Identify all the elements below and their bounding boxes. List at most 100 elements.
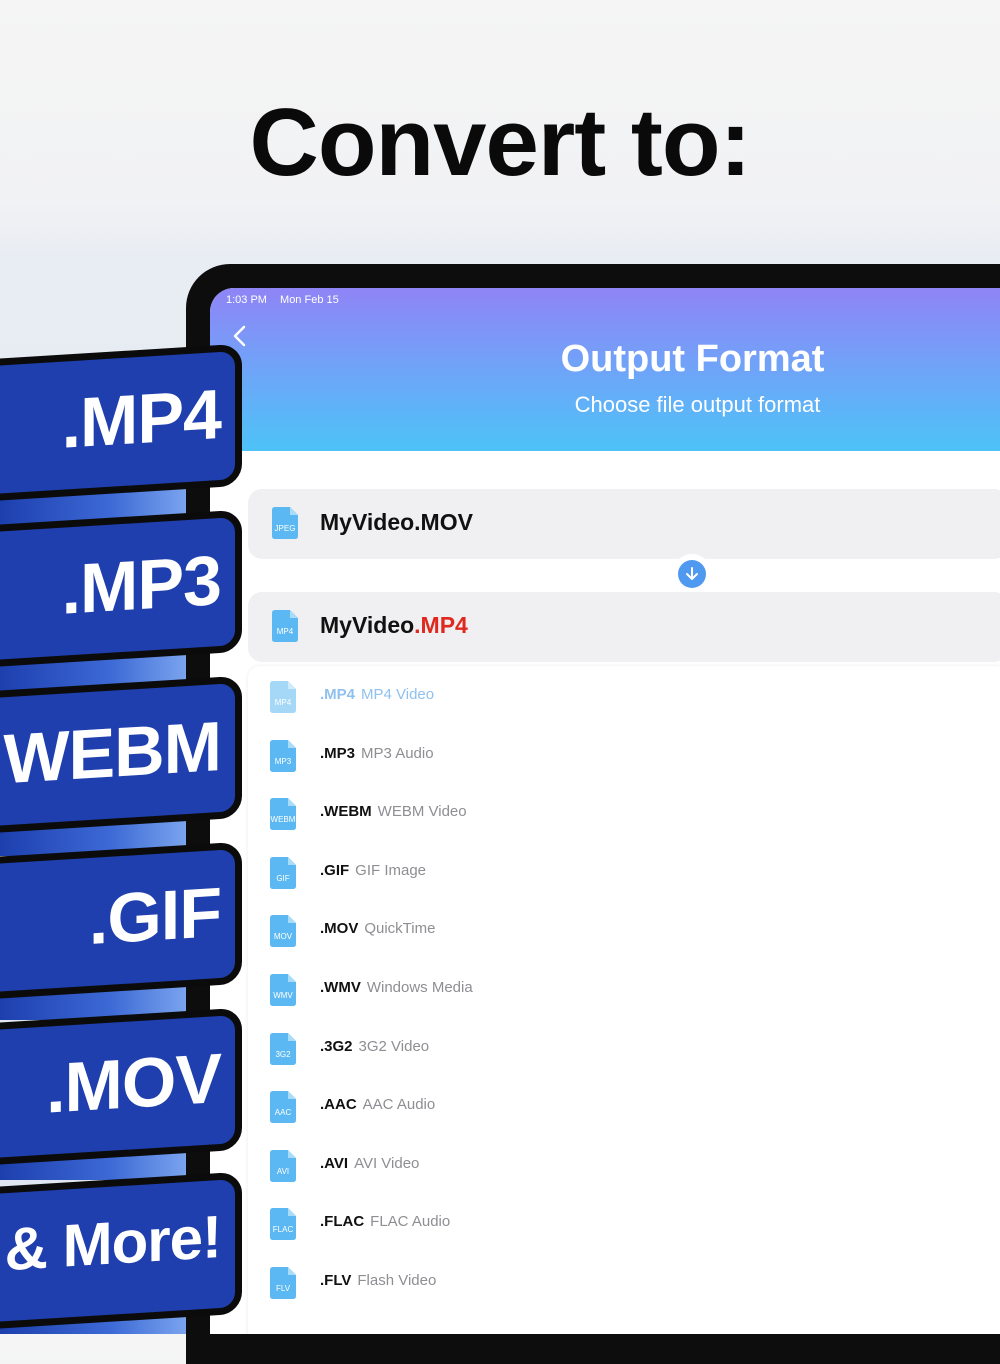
format-list: MP4 .MP4 MP4 Video MP3 .MP3 MP3 Audio WEBM .WEB… — [248, 666, 1000, 1334]
svg-text:MOV: MOV — [274, 932, 293, 941]
page-title: Output Format — [560, 338, 825, 380]
status-bar: 1:03 PM Mon Feb 15 — [226, 294, 349, 306]
svg-text:3G2: 3G2 — [275, 1050, 291, 1059]
badge-label: & More! — [4, 1202, 221, 1284]
format-list-item[interactable]: AVI .AVI AVI Video — [268, 1143, 968, 1183]
format-list-item[interactable]: WMV .WMV Windows Media — [268, 967, 968, 1007]
format-ext: .MP4 — [320, 686, 356, 703]
format-label: .AAC AAC Audio — [320, 1096, 435, 1113]
file-format-icon: WMV — [268, 973, 298, 1007]
file-format-icon: 3G2 — [268, 1032, 298, 1066]
format-label: .WMV Windows Media — [320, 979, 473, 996]
arrow-down-icon — [678, 560, 706, 588]
format-desc: AVI Video — [354, 1154, 420, 1172]
file-format-icon: WEBM — [268, 797, 298, 831]
format-desc: Windows Media — [366, 979, 473, 996]
target-file-base: MyVideo — [320, 612, 415, 638]
format-ext: .MP3 — [320, 744, 356, 762]
source-file-card: JPEG MyVideo.MOV — [248, 489, 1000, 559]
file-format-icon: MP3 — [268, 739, 298, 773]
format-badge: & More! — [0, 1171, 242, 1331]
format-ext: .WMV — [320, 979, 361, 996]
format-list-item[interactable]: WEBM .WEBM WEBM Video — [268, 791, 968, 831]
file-format-icon: AAC — [268, 1090, 298, 1124]
svg-text:AVI: AVI — [277, 1167, 289, 1176]
format-badge: .MP4 — [0, 343, 242, 503]
target-file-card: MP4 MyVideo.MP4 — [248, 592, 1000, 662]
svg-text:MP3: MP3 — [275, 757, 292, 766]
format-list-item[interactable]: MP4 .MP4 MP4 Video — [268, 674, 968, 714]
format-desc: WEBM Video — [377, 803, 467, 821]
badge-label: .MP3 — [61, 540, 221, 629]
format-desc: GIF Image — [355, 861, 427, 879]
format-list-item[interactable]: AAC .AAC AAC Audio — [268, 1084, 968, 1124]
format-badge: .MP3 — [0, 509, 242, 669]
format-desc: MP4 Video — [361, 686, 435, 703]
format-desc: Flash Video — [357, 1272, 437, 1289]
svg-text:JPEG: JPEG — [275, 524, 296, 533]
format-desc: 3G2 Video — [358, 1037, 430, 1055]
svg-text:GIF: GIF — [276, 874, 289, 883]
svg-text:MP4: MP4 — [275, 698, 292, 707]
badge-label: .GIF — [88, 872, 221, 960]
file-mp4-icon: MP4 — [270, 609, 300, 643]
format-badge: .GIF — [0, 841, 242, 1001]
status-date: Mon Feb 15 — [280, 294, 339, 306]
format-desc: MP3 Audio — [361, 744, 434, 762]
svg-text:AAC: AAC — [275, 1108, 292, 1117]
badge-label: .WEBM — [0, 706, 221, 800]
format-label: .FLAC FLAC Audio — [320, 1213, 450, 1230]
file-format-icon: FLAC — [268, 1207, 298, 1241]
format-label: .GIF GIF Image — [320, 862, 426, 879]
page-subtitle: Choose file output format — [574, 392, 821, 417]
svg-text:MP4: MP4 — [277, 627, 294, 636]
format-label: .MOV QuickTime — [320, 920, 435, 937]
format-desc: FLAC Audio — [370, 1213, 451, 1231]
file-format-icon: MP4 — [268, 680, 298, 714]
format-label: .FLV Flash Video — [320, 1272, 436, 1289]
format-badge: .WEBM — [0, 675, 242, 835]
file-format-icon: FLV — [268, 1266, 298, 1300]
format-list-item[interactable]: GIF .GIF GIF Image — [268, 850, 968, 890]
format-ext: .AVI — [320, 1154, 349, 1172]
svg-text:WEBM: WEBM — [271, 815, 296, 824]
format-list-item[interactable]: MOV .MOV QuickTime — [268, 908, 968, 948]
format-ext: .FLAC — [320, 1213, 365, 1231]
back-chevron-icon[interactable] — [230, 324, 250, 348]
format-desc: AAC Audio — [362, 1096, 436, 1114]
format-list-item[interactable]: 3G2 .3G2 3G2 Video — [268, 1026, 968, 1066]
convert-arrow-badge — [672, 554, 712, 594]
format-label: .AVI AVI Video — [320, 1155, 419, 1172]
svg-text:FLAC: FLAC — [273, 1225, 294, 1234]
status-time: 1:03 PM — [226, 294, 267, 306]
header: 1:03 PM Mon Feb 15 Output Format Choose … — [210, 288, 1000, 451]
format-list-item[interactable]: FLAC .FLAC FLAC Audio — [268, 1201, 968, 1241]
svg-text:FLV: FLV — [276, 1284, 291, 1293]
format-ext: .WEBM — [320, 803, 372, 821]
format-desc: QuickTime — [364, 920, 436, 938]
format-label: .MP4 MP4 Video — [320, 686, 434, 703]
target-file-name: MyVideo.MP4 — [320, 612, 468, 639]
format-ext: .FLV — [320, 1272, 352, 1289]
format-list-item[interactable]: FLV .FLV Flash Video — [268, 1260, 968, 1300]
badge-label: .MOV — [46, 1038, 221, 1128]
file-format-icon: MOV — [268, 914, 298, 948]
file-jpeg-icon: JPEG — [270, 506, 300, 540]
source-file-name: MyVideo.MOV — [320, 509, 473, 535]
format-ext: .GIF — [320, 861, 350, 879]
format-label: .3G2 3G2 Video — [320, 1038, 429, 1055]
target-file-ext: .MP4 — [414, 612, 468, 638]
tablet-screen: 1:03 PM Mon Feb 15 Output Format Choose … — [210, 288, 1000, 1334]
format-label: .WEBM WEBM Video — [320, 803, 467, 820]
file-format-icon: AVI — [268, 1149, 298, 1183]
file-format-icon: GIF — [268, 856, 298, 890]
format-ext: .MOV — [320, 920, 359, 938]
format-ext: .AAC — [320, 1096, 357, 1114]
badge-label: .MP4 — [61, 374, 221, 463]
format-list-item[interactable]: MP3 .MP3 MP3 Audio — [268, 733, 968, 773]
headline: Convert to: — [249, 89, 752, 196]
format-badge: .MOV — [0, 1007, 242, 1167]
format-ext: .3G2 — [320, 1037, 353, 1055]
format-label: .MP3 MP3 Audio — [320, 745, 434, 762]
svg-text:WMV: WMV — [273, 991, 293, 1000]
